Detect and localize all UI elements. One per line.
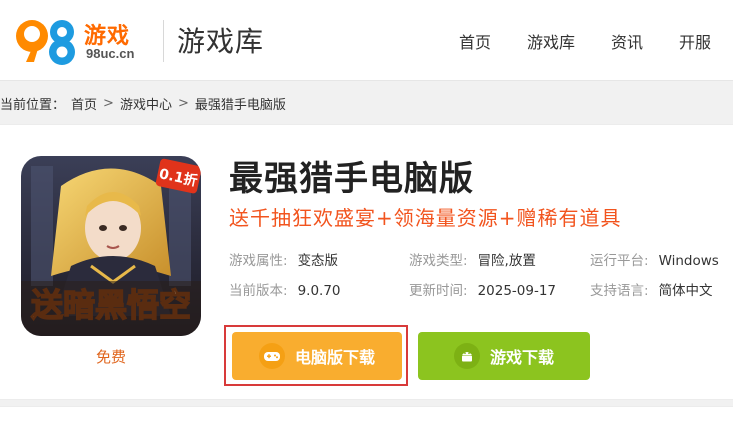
meta-row: 当前版本: 9.0.70 更新时间: 2025-09-17 支持语言: 简体中文 [229,279,729,301]
breadcrumb-separator: > [177,95,189,111]
meta-label: 运行平台: [590,253,649,269]
breadcrumb-game-center[interactable]: 游戏中心 [120,94,172,113]
breadcrumb: 当前位置： 首页 > 游戏中心 > 最强猎手电脑版 [0,93,286,113]
pc-download-button[interactable]: 电脑版下载 [232,332,402,380]
header-divider [163,20,164,62]
nav-news[interactable]: 资讯 [611,29,643,53]
meta-label: 游戏属性: [229,253,288,269]
section-title: 游戏库 [177,25,265,58]
meta-row: 游戏属性: 变态版 游戏类型: 冒险,放置 运行平台: Windows [229,249,729,271]
cover-caption-text: 送暗黑悟空 [31,286,191,324]
breadcrumb-separator: > [103,95,114,111]
meta-value: 变态版 [297,253,339,269]
meta-update-time: 更新时间: 2025-09-17 [409,279,556,299]
gamepad-icon [258,343,285,369]
android-icon [453,343,480,369]
breadcrumb-current[interactable]: 最强猎手电脑版 [195,94,286,113]
meta-type: 游戏类型: 冒险,放置 [409,249,536,269]
game-download-button[interactable]: 游戏下载 [418,332,590,380]
site-header: 游戏 98uc.cn 游戏库 首页 游戏库 资讯 开服 [0,0,733,81]
logo-domain-text: 98uc.cn [86,46,135,61]
nav-home[interactable]: 首页 [459,29,491,53]
site-logo[interactable]: 游戏 98uc.cn [12,12,142,68]
game-download-label: 游戏下载 [489,348,554,367]
main-nav: 首页 游戏库 资讯 开服 [459,29,711,53]
breadcrumb-prefix: 当前位置： [0,97,66,113]
pc-download-label: 电脑版下载 [294,348,375,367]
meta-language: 支持语言: 简体中文 [590,279,713,299]
price-label: 免费 [95,348,126,366]
game-promo-subtitle: 送千抽狂欢盛宴+领海量资源+赠稀有道具 [229,206,622,230]
meta-version: 当前版本: 9.0.70 [229,279,341,299]
nav-game-library[interactable]: 游戏库 [527,29,575,53]
logo-98-mark [16,20,75,65]
meta-label: 游戏类型: [409,253,468,269]
game-detail-card: 0.1折 送暗黑悟空 免费 最强猎手电脑版 送千抽狂欢盛宴+领海量资源+赠稀有道… [0,124,733,400]
cover-artwork: 0.1折 送暗黑悟空 [21,156,201,336]
meta-label: 更新时间: [409,283,468,299]
meta-value: Windows [658,253,719,269]
game-cover-image[interactable]: 0.1折 送暗黑悟空 [21,156,201,336]
breadcrumb-home[interactable]: 首页 [71,94,97,113]
meta-value: 冒险,放置 [477,253,536,269]
meta-platform: 运行平台: Windows [590,249,719,269]
meta-value: 2025-09-17 [477,283,557,299]
meta-value: 简体中文 [658,283,713,299]
meta-attribute: 游戏属性: 变态版 [229,249,338,269]
meta-value: 9.0.70 [297,283,341,299]
meta-label: 当前版本: [229,283,288,299]
meta-label: 支持语言: [590,283,649,299]
game-title: 最强猎手电脑版 [229,159,474,199]
nav-server-open[interactable]: 开服 [679,29,711,53]
next-section-strip [0,406,733,442]
